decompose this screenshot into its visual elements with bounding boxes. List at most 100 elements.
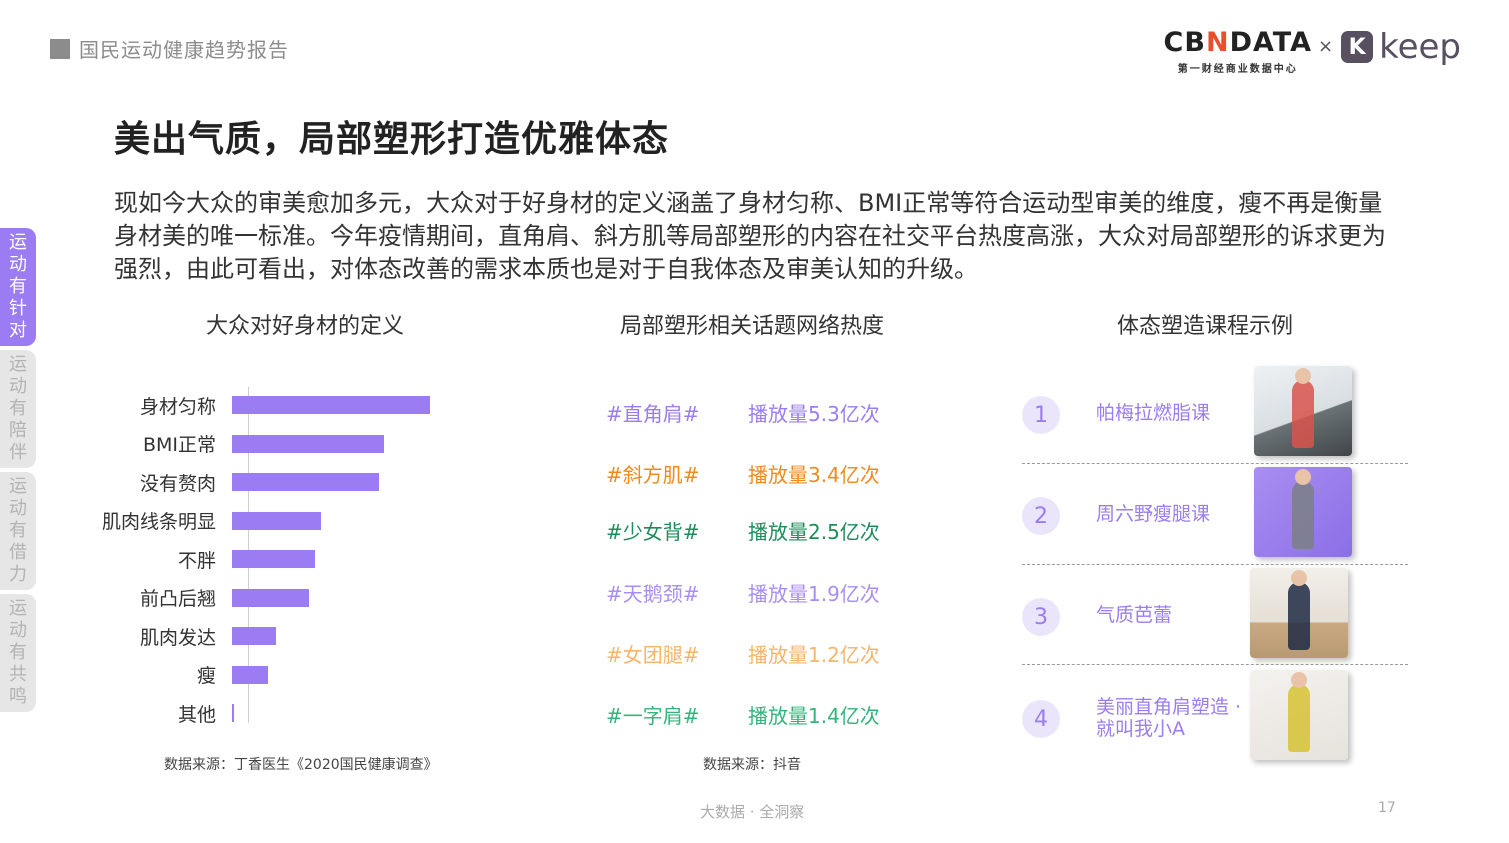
divider xyxy=(1022,564,1408,565)
page-number: 17 xyxy=(1378,800,1396,816)
bar-row: 肌肉线条明显 xyxy=(80,511,322,533)
course-photo[interactable] xyxy=(1250,568,1348,658)
report-tag: 国民运动健康趋势报告 xyxy=(50,34,289,63)
bar-row: 不胖 xyxy=(80,549,316,572)
topic-row: #天鹅颈# 播放量1.9亿次 xyxy=(606,578,880,606)
bar-label: 不胖 xyxy=(177,549,216,572)
sidebar-tab-char: 共 xyxy=(9,664,27,685)
bar-label: 其他 xyxy=(177,703,216,726)
bar-label: BMI正常 xyxy=(142,434,216,456)
sidebar-tab-char: 运 xyxy=(9,354,27,375)
course-photo[interactable] xyxy=(1254,467,1352,557)
course-item[interactable]: 2 周六野瘦腿课 xyxy=(1022,467,1408,559)
intro-paragraph: 现如今大众的审美愈加多元，大众对于好身材的定义涵盖了身材匀称、BMI正常等符合运… xyxy=(114,189,1386,283)
topic-hashtag[interactable]: #斜方肌# xyxy=(606,459,748,488)
times-sign: × xyxy=(1318,36,1334,57)
course-item[interactable]: 4 美丽直角肩塑造 · 就叫我小A xyxy=(1022,670,1408,762)
sidebar-tab-4[interactable]: 运动有共鸣 xyxy=(0,594,36,712)
bar-label: 没有赘肉 xyxy=(139,472,216,495)
keep-logo-icon: K xyxy=(1341,31,1374,63)
course-name[interactable]: 周六野瘦腿课 xyxy=(1096,503,1210,525)
bar-label: 瘦 xyxy=(196,665,216,687)
sidebar-tab-char: 运 xyxy=(9,232,27,253)
topic-row: #少女背# 播放量2.5亿次 xyxy=(606,516,880,544)
bar xyxy=(232,434,385,453)
person-figure-icon xyxy=(1288,582,1310,650)
person-head-icon xyxy=(1291,570,1307,586)
course-item[interactable]: 1 帕梅拉燃脂课 xyxy=(1022,366,1408,458)
sidebar-tab-2[interactable]: 运动有陪伴 xyxy=(0,350,36,468)
keep-logo-word: keep xyxy=(1379,27,1461,67)
person-figure-icon xyxy=(1292,380,1314,448)
sidebar-tab-char: 陪 xyxy=(9,420,27,441)
bar xyxy=(232,396,430,414)
middle-source: 数据来源：抖音 xyxy=(703,757,801,773)
bar xyxy=(232,473,379,491)
topic-row: #斜方肌# 播放量3.4亿次 xyxy=(606,459,880,487)
sidebar-tab-char: 伴 xyxy=(9,442,27,463)
course-photo[interactable] xyxy=(1254,366,1352,456)
sidebar-tab-char: 力 xyxy=(9,564,27,585)
sidebar-tab-char: 对 xyxy=(9,320,27,341)
bar xyxy=(232,665,268,684)
bar-label: 前凸后翘 xyxy=(139,588,216,610)
bar xyxy=(232,588,310,607)
sidebar-tab-char: 有 xyxy=(9,520,27,541)
bar-row: 没有赘肉 xyxy=(80,472,379,495)
bar xyxy=(232,704,234,722)
sidebar-tab-3[interactable]: 运动有借力 xyxy=(0,472,36,590)
course-name[interactable]: 美丽直角肩塑造 · 就叫我小A xyxy=(1096,696,1241,740)
bar-row: 肌肉发达 xyxy=(80,626,276,649)
sidebar-tab-char: 有 xyxy=(9,642,27,663)
sidebar-tab-1[interactable]: 运动有针对 xyxy=(0,228,36,346)
course-name[interactable]: 帕梅拉燃脂课 xyxy=(1096,402,1210,424)
course-number-badge: 1 xyxy=(1022,396,1060,434)
person-figure-icon xyxy=(1288,684,1310,752)
person-head-icon xyxy=(1295,469,1311,485)
sidebar-tab-char: 针 xyxy=(9,298,27,319)
bar-row: 前凸后翘 xyxy=(80,588,310,610)
page-title: 美出气质，局部塑形打造优雅体态 xyxy=(114,119,670,160)
bar xyxy=(232,511,322,530)
bar-label: 肌肉发达 xyxy=(139,626,216,649)
topic-plays: 播放量1.4亿次 xyxy=(748,703,880,728)
right-section-title: 体态塑造课程示例 xyxy=(1116,314,1293,339)
topic-hashtag[interactable]: #女团腿# xyxy=(606,639,748,668)
topic-row: #一字肩# 播放量1.4亿次 xyxy=(606,700,880,728)
sidebar-tab-char: 有 xyxy=(9,276,27,297)
course-number-badge: 4 xyxy=(1022,700,1060,738)
cbndata-logo: CBNDATA 第一财经商业数据中心 xyxy=(1163,27,1312,76)
sidebar-tab-char: 动 xyxy=(9,376,27,397)
bar-row: 瘦 xyxy=(80,665,268,687)
topic-hashtag[interactable]: #一字肩# xyxy=(606,700,748,729)
topic-plays: 播放量1.2亿次 xyxy=(748,642,880,667)
course-item[interactable]: 3 气质芭蕾 xyxy=(1022,568,1408,660)
sidebar-tab-char: 有 xyxy=(9,398,27,419)
sidebar-tab-char: 鸣 xyxy=(9,686,27,707)
topic-plays: 播放量2.5亿次 xyxy=(748,519,880,544)
course-name[interactable]: 气质芭蕾 xyxy=(1096,604,1172,626)
topic-hashtag[interactable]: #少女背# xyxy=(606,516,748,545)
report-name: 国民运动健康趋势报告 xyxy=(79,38,289,62)
person-head-icon xyxy=(1291,672,1307,688)
bar-row: BMI正常 xyxy=(80,434,385,456)
topic-plays: 播放量3.4亿次 xyxy=(748,462,880,487)
topic-hashtag[interactable]: #直角肩# xyxy=(606,398,748,427)
bar xyxy=(232,627,276,645)
topic-plays: 播放量5.3亿次 xyxy=(748,401,880,426)
sidebar-tab-char: 动 xyxy=(9,254,27,275)
sidebar-tab-char: 动 xyxy=(9,620,27,641)
bar-row: 身材匀称 xyxy=(80,395,430,418)
person-figure-icon xyxy=(1292,481,1314,549)
divider xyxy=(1022,463,1408,464)
person-head-icon xyxy=(1295,368,1311,384)
left-section-title: 大众对好身材的定义 xyxy=(205,314,404,339)
logos: CBNDATA 第一财经商业数据中心 × K keep xyxy=(1163,27,1461,76)
bar xyxy=(232,550,316,568)
topic-hashtag[interactable]: #天鹅颈# xyxy=(606,578,748,607)
sidebar-tab-char: 借 xyxy=(9,542,27,563)
bar-row: 其他 xyxy=(80,703,234,726)
footer-slogan: 大数据 · 全洞察 xyxy=(700,803,805,821)
sidebar-tab-char: 运 xyxy=(9,598,27,619)
course-photo[interactable] xyxy=(1250,670,1348,760)
